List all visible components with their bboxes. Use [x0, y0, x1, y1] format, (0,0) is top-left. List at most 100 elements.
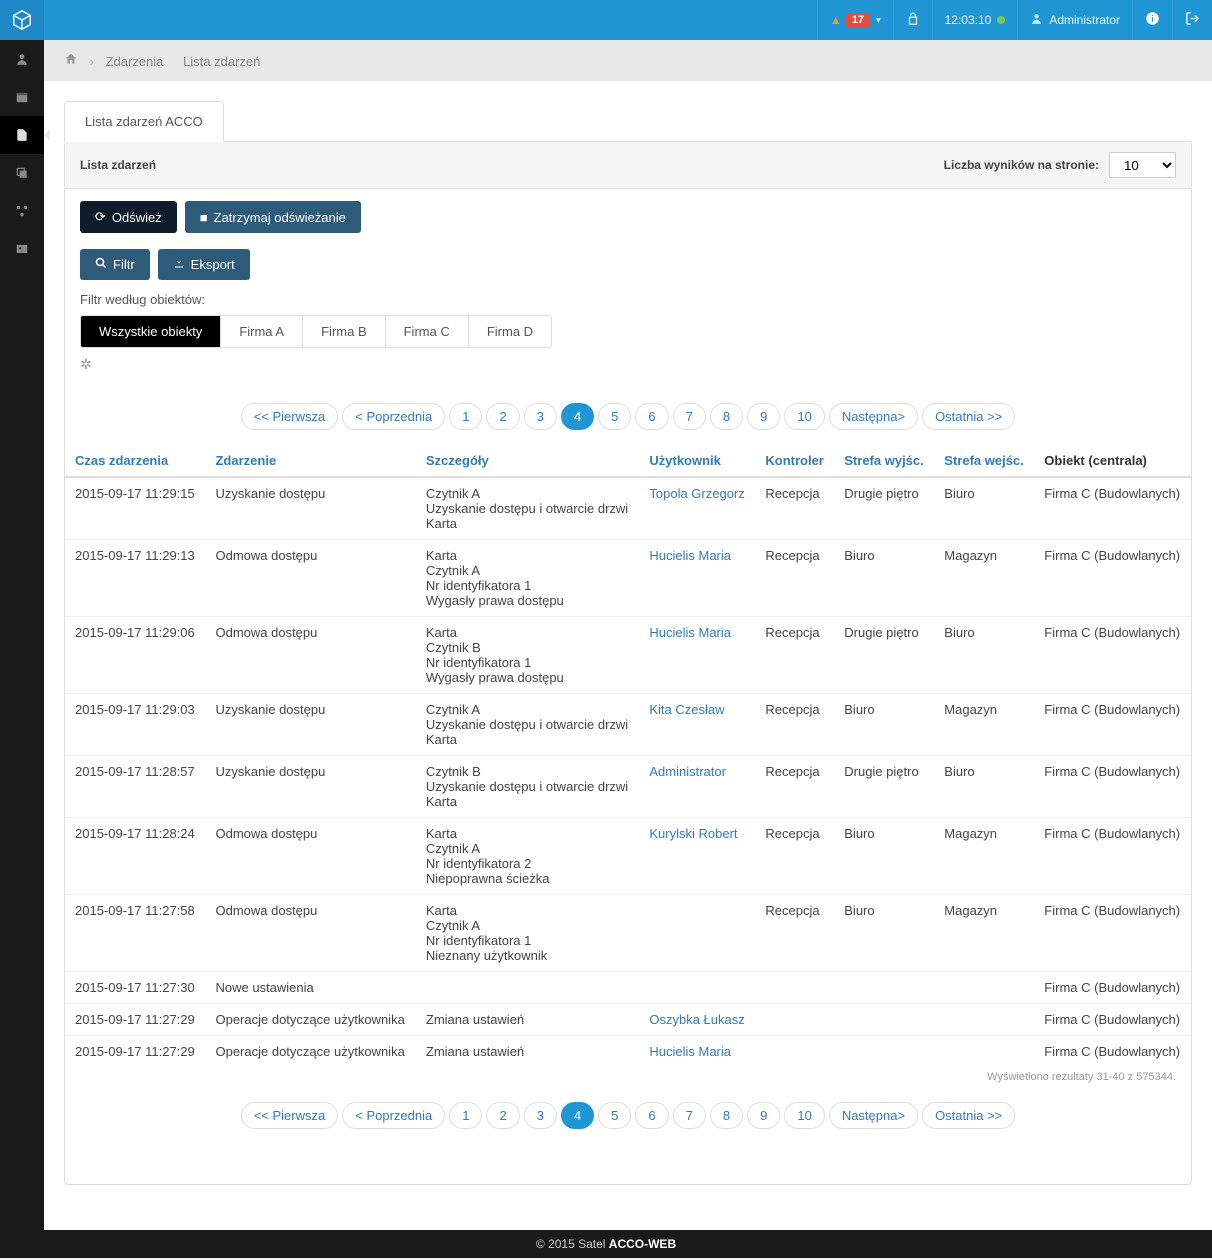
page-link[interactable]: 1: [449, 403, 482, 430]
page-link[interactable]: Następna>: [829, 403, 918, 430]
page-link[interactable]: 5: [598, 403, 631, 430]
logout-icon: [1185, 11, 1200, 29]
refresh-button[interactable]: ⟳ Odśwież: [80, 201, 177, 233]
user-link[interactable]: Kita Czesław: [649, 702, 724, 717]
cell: Czytnik AUzyskanie dostępu i otwarcie dr…: [416, 694, 639, 756]
col-zone-out[interactable]: Strefa wyjśc.: [834, 445, 934, 477]
footer: © 2015 Satel ACCO-WEB: [0, 1230, 1212, 1258]
page-link[interactable]: < Poprzednia: [342, 1102, 445, 1129]
table-row: 2015-09-17 11:29:15Uzyskanie dostępuCzyt…: [65, 477, 1191, 540]
user-link[interactable]: Hucielis Maria: [649, 548, 731, 563]
page-link[interactable]: 2: [486, 1102, 519, 1129]
page-link[interactable]: 3: [524, 403, 557, 430]
page-link[interactable]: 8: [710, 403, 743, 430]
page-link[interactable]: 6: [635, 1102, 668, 1129]
table-row: 2015-09-17 11:27:29Operacje dotyczące uż…: [65, 1036, 1191, 1068]
clock-display: 12:03:10: [932, 0, 1018, 40]
sidebar-item-download[interactable]: [0, 268, 44, 306]
home-icon[interactable]: [64, 54, 82, 69]
cell: KartaCzytnik ANr identyfikatora 2Niepopr…: [416, 818, 639, 895]
unlock-button[interactable]: [893, 0, 932, 40]
unlock-icon: [906, 12, 920, 29]
loading-spinner-icon: ✲: [80, 356, 1176, 373]
breadcrumb: › Zdarzenia Lista zdarzeń: [44, 40, 1212, 81]
col-user[interactable]: Użytkownik: [639, 445, 755, 477]
cell: Biuro: [834, 895, 934, 972]
cell: Oszybka Łukasz: [639, 1004, 755, 1036]
sidebar-item-events[interactable]: [0, 116, 44, 154]
page-link[interactable]: 7: [673, 403, 706, 430]
user-link[interactable]: Administrator: [649, 764, 726, 779]
refresh-icon: ⟳: [95, 209, 106, 225]
page-link[interactable]: 7: [673, 1102, 706, 1129]
page-link[interactable]: Następna>: [829, 1102, 918, 1129]
sidebar-item-modules[interactable]: [0, 192, 44, 230]
page-link[interactable]: 9: [747, 403, 780, 430]
cell: [834, 1004, 934, 1036]
footer-brand: ACCO-WEB: [609, 1237, 676, 1251]
cell: Kita Czesław: [639, 694, 755, 756]
search-icon: [95, 257, 107, 272]
col-controller[interactable]: Kontroler: [755, 445, 834, 477]
page-link[interactable]: 4: [561, 1102, 594, 1129]
filter-tab[interactable]: Firma C: [386, 316, 469, 347]
cell: Hucielis Maria: [639, 617, 755, 694]
user-menu[interactable]: Administrator: [1017, 0, 1132, 40]
page-link[interactable]: << Pierwsza: [241, 403, 339, 430]
filter-tab[interactable]: Firma D: [469, 316, 551, 347]
filter-tab[interactable]: Firma B: [303, 316, 386, 347]
filter-button[interactable]: Filtr: [80, 249, 150, 280]
info-button[interactable]: [1132, 0, 1172, 40]
user-link[interactable]: Oszybka Łukasz: [649, 1012, 744, 1027]
info-icon: [1145, 11, 1160, 29]
page-link[interactable]: << Pierwsza: [241, 1102, 339, 1129]
page-link[interactable]: 1: [449, 1102, 482, 1129]
filter-tab[interactable]: Wszystkie obiekty: [81, 316, 221, 347]
user-link[interactable]: Topola Grzegorz: [649, 486, 744, 501]
sidebar-item-calendar[interactable]: [0, 78, 44, 116]
breadcrumb-item-events[interactable]: Zdarzenia: [106, 54, 164, 69]
cell: Biuro: [934, 617, 1034, 694]
export-button[interactable]: Eksport: [158, 249, 250, 280]
sidebar-item-copy[interactable]: [0, 154, 44, 192]
caret-down-icon: ▾: [876, 15, 881, 26]
filter-tab[interactable]: Firma A: [221, 316, 303, 347]
page-link[interactable]: 10: [784, 403, 824, 430]
cell: Odmowa dostępu: [205, 818, 415, 895]
page-link[interactable]: < Poprzednia: [342, 403, 445, 430]
page-link[interactable]: Ostatnia >>: [922, 403, 1015, 430]
page-link[interactable]: 5: [598, 1102, 631, 1129]
cell: Operacje dotyczące użytkownika: [205, 1004, 415, 1036]
page-link[interactable]: 3: [524, 1102, 557, 1129]
page-link[interactable]: 4: [561, 403, 594, 430]
cell: [755, 1004, 834, 1036]
col-details[interactable]: Szczegóły: [416, 445, 639, 477]
sidebar-item-users[interactable]: [0, 40, 44, 78]
export-label: Eksport: [191, 257, 235, 272]
tab-event-list[interactable]: Lista zdarzeń ACCO: [64, 101, 224, 142]
events-table: Czas zdarzenia Zdarzenie Szczegóły Użytk…: [65, 445, 1191, 1067]
user-link[interactable]: Hucielis Maria: [649, 625, 731, 640]
app-logo[interactable]: [0, 0, 44, 40]
page-link[interactable]: 8: [710, 1102, 743, 1129]
sidebar-item-gallery[interactable]: [0, 230, 44, 268]
col-zone-in[interactable]: Strefa wejśc.: [934, 445, 1034, 477]
page-link[interactable]: 6: [635, 403, 668, 430]
page-link[interactable]: 2: [486, 403, 519, 430]
col-time[interactable]: Czas zdarzenia: [65, 445, 205, 477]
status-dot: [997, 16, 1005, 24]
stop-refresh-button[interactable]: ■ Zatrzymaj odświeżanie: [185, 201, 361, 233]
refresh-label: Odśwież: [112, 210, 162, 225]
col-event[interactable]: Zdarzenie: [205, 445, 415, 477]
logout-button[interactable]: [1172, 0, 1212, 40]
page-link[interactable]: 9: [747, 1102, 780, 1129]
user-link[interactable]: Kurylski Robert: [649, 826, 737, 841]
topbar: ▲ 17 ▾ 12:03:10 Administrator: [0, 0, 1212, 40]
table-row: 2015-09-17 11:29:13Odmowa dostępuKartaCz…: [65, 540, 1191, 617]
page-link[interactable]: 10: [784, 1102, 824, 1129]
results-per-page-select[interactable]: 10: [1109, 152, 1176, 178]
cell: Recepcja: [755, 477, 834, 540]
alerts-dropdown[interactable]: ▲ 17 ▾: [817, 0, 893, 40]
page-link[interactable]: Ostatnia >>: [922, 1102, 1015, 1129]
user-link[interactable]: Hucielis Maria: [649, 1044, 731, 1059]
